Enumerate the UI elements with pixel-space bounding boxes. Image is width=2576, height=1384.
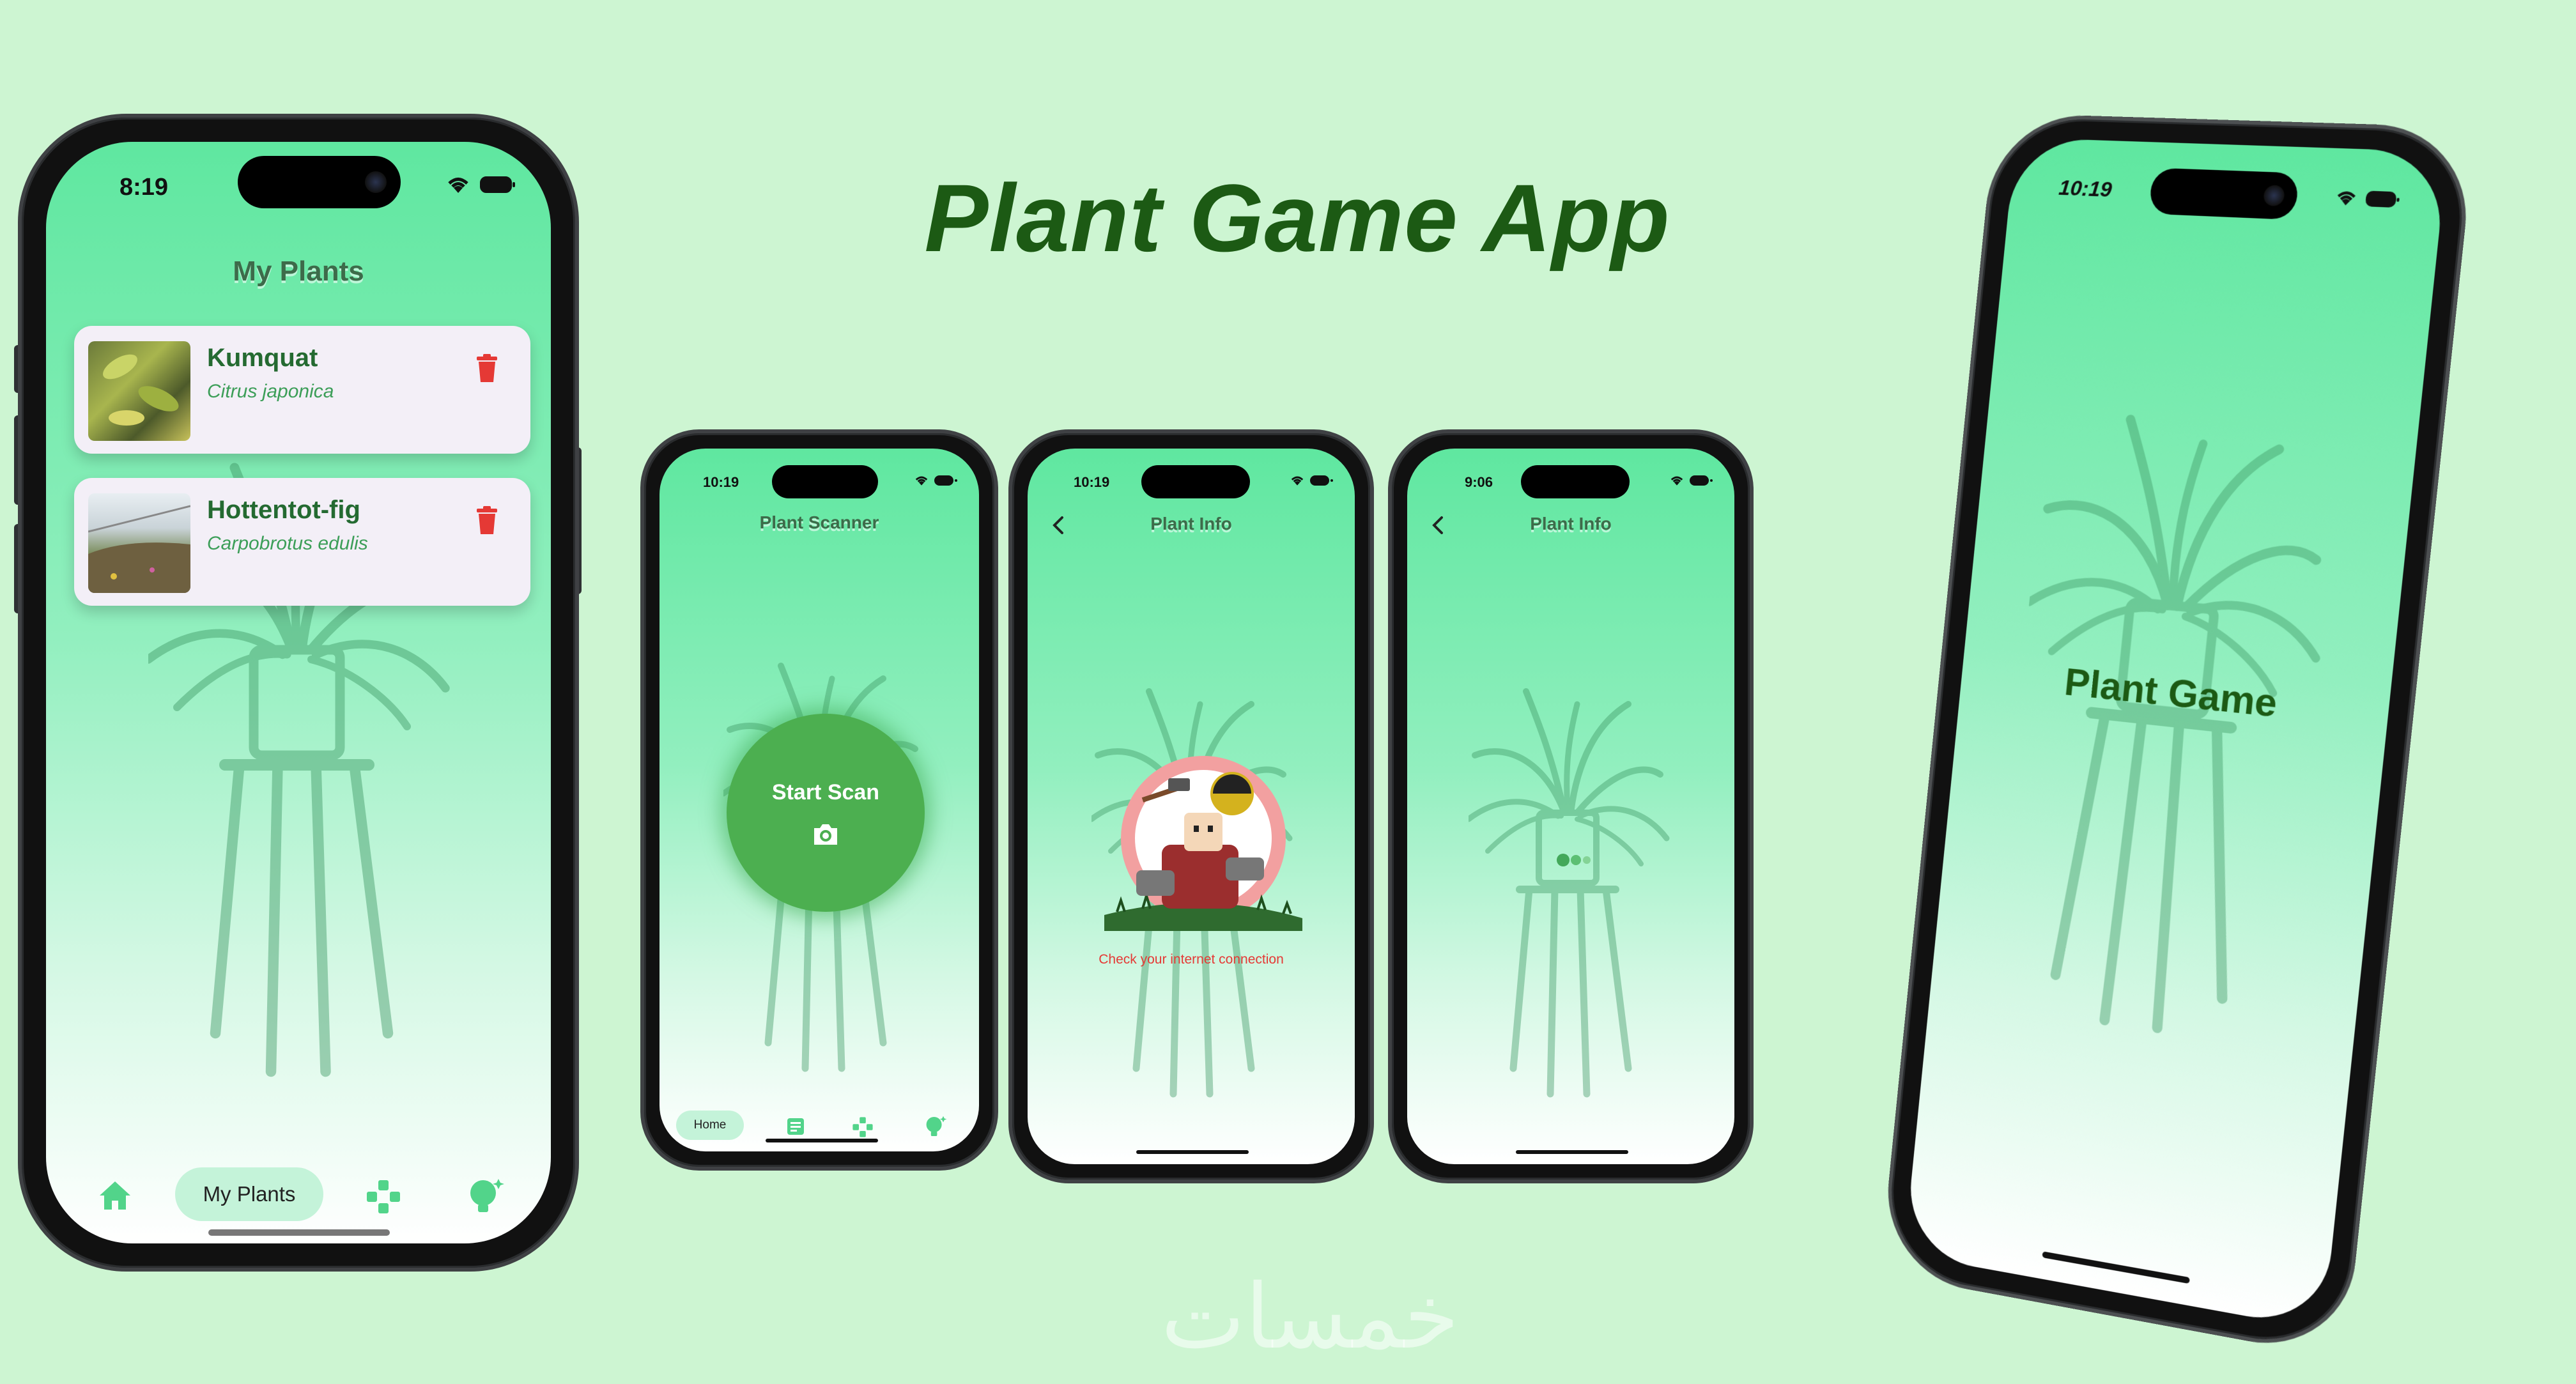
status-icons: [914, 474, 957, 487]
plant-card[interactable]: Kumquat Citrus japonica: [74, 326, 530, 454]
screen-splash: 10:19 Plant Game: [1904, 137, 2448, 1330]
page-title: Plant Scanner: [759, 512, 879, 532]
wifi-icon: [448, 178, 468, 193]
nav-home-tab[interactable]: Home: [676, 1111, 744, 1140]
dynamic-island: [1141, 465, 1250, 498]
plant-thumbnail: [88, 493, 190, 593]
home-indicator: [1516, 1150, 1628, 1154]
page-title: Plant Info: [1530, 514, 1612, 534]
gamepad-icon[interactable]: [364, 1178, 403, 1216]
wifi-icon: [915, 476, 928, 486]
phone-my-plants: 8:19 My Plants Kumquat Citrus japonica H…: [18, 114, 579, 1272]
battery-icon: [1690, 475, 1713, 486]
home-indicator: [766, 1139, 878, 1142]
watermark-logo: خمسات: [1161, 1265, 1460, 1369]
battery-icon: [934, 475, 957, 486]
dynamic-island: [2148, 167, 2300, 220]
phone-plant-info-error: 10:19 Plant Info Check your internet con…: [1008, 429, 1374, 1183]
status-icons: [1290, 474, 1333, 487]
home-indicator: [1136, 1150, 1249, 1154]
status-time: 10:19: [703, 474, 739, 490]
battery-icon: [1310, 475, 1333, 486]
phone-plant-info-loading: 9:06 Plant Info: [1388, 429, 1754, 1183]
trash-icon[interactable]: [475, 506, 498, 534]
lightbulb-icon[interactable]: [924, 1114, 947, 1139]
plant-illustration: [1987, 404, 2350, 1066]
home-indicator: [2042, 1251, 2190, 1284]
screen-plant-info-error: 10:19 Plant Info Check your internet con…: [1028, 449, 1355, 1164]
home-icon[interactable]: [98, 1180, 132, 1211]
lightbulb-icon[interactable]: [467, 1176, 505, 1216]
headline: Plant Game App: [924, 164, 1670, 272]
plant-card[interactable]: Hottentot-fig Carpobrotus edulis: [74, 478, 530, 606]
start-scan-label: Start Scan: [771, 780, 880, 804]
phone-splash: 10:19 Plant Game: [1879, 112, 2476, 1359]
loading-dots-icon: [1557, 854, 1591, 866]
dynamic-island: [1521, 465, 1630, 498]
bottom-nav: My Plants: [46, 1167, 551, 1225]
screen-my-plants: 8:19 My Plants Kumquat Citrus japonica H…: [46, 142, 551, 1243]
wifi-icon: [1291, 476, 1304, 486]
plant-thumbnail: [88, 341, 190, 441]
camera-icon: [814, 824, 837, 845]
screen-plant-info-loading: 9:06 Plant Info: [1407, 449, 1734, 1164]
screen-plant-scanner: 10:19 Plant Scanner Start Scan Home: [659, 449, 979, 1151]
phone-plant-scanner: 10:19 Plant Scanner Start Scan Home: [640, 429, 998, 1171]
start-scan-button[interactable]: Start Scan: [727, 714, 925, 912]
wifi-icon: [2334, 187, 2359, 206]
status-time: 9:06: [1465, 474, 1493, 490]
dynamic-island: [772, 465, 878, 498]
error-illustration: [1104, 756, 1302, 931]
trash-icon[interactable]: [475, 354, 498, 382]
status-time: 10:19: [1074, 474, 1110, 490]
status-time: 8:19: [120, 174, 169, 201]
dynamic-island: [238, 156, 401, 208]
nav-my-plants-tab[interactable]: My Plants: [175, 1167, 323, 1221]
home-indicator: [208, 1229, 390, 1236]
wifi-icon: [1670, 476, 1683, 486]
plant-name: Hottentot-fig: [207, 496, 360, 524]
front-camera: [2262, 185, 2286, 207]
battery-icon: [480, 176, 515, 193]
status-time: 10:19: [2057, 176, 2113, 202]
plant-scientific-name: Carpobrotus edulis: [207, 533, 368, 554]
plant-scientific-name: Citrus japonica: [207, 381, 334, 402]
news-icon[interactable]: [785, 1116, 806, 1137]
page-title: Plant Info: [1150, 514, 1232, 534]
plant-name: Kumquat: [207, 344, 318, 372]
gamepad-icon[interactable]: [851, 1116, 874, 1139]
status-icons: [2334, 187, 2397, 210]
status-icons: [1669, 474, 1713, 487]
page-title: My Plants: [233, 256, 364, 287]
plant-illustration: [1469, 685, 1673, 1107]
error-message: Check your internet connection: [1099, 952, 1284, 967]
phone-splash-wrapper: 10:19 Plant Game: [1872, 112, 2486, 1359]
status-icons: [445, 174, 515, 196]
battery-icon: [2364, 190, 2397, 208]
front-camera: [365, 171, 387, 193]
